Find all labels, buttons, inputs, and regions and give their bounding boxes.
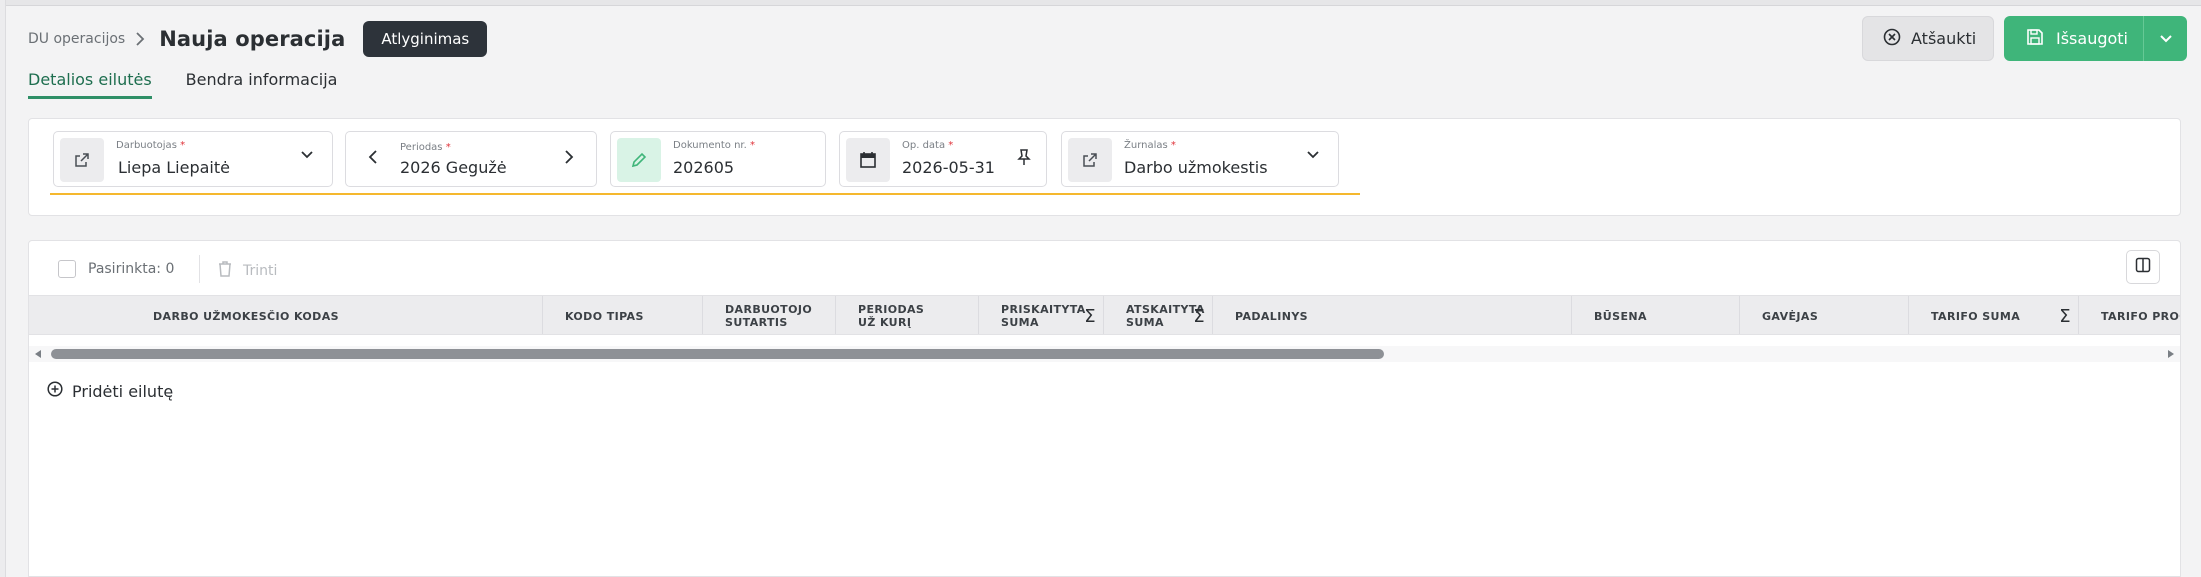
column-header[interactable]: KODO TIPAS	[542, 296, 702, 334]
delete-button[interactable]: Trinti	[217, 260, 277, 282]
column-header[interactable]: TARIFO SUMA Σ	[1908, 296, 2079, 334]
column-label: GAVĖJAS	[1762, 309, 1819, 323]
chevron-left-icon[interactable]	[368, 150, 378, 164]
column-header[interactable]: TARIFO PROC	[2078, 296, 2180, 334]
tab-general-info[interactable]: Bendra informacija	[186, 70, 338, 99]
column-label: TARIFO PROC	[2101, 309, 2180, 323]
delete-label: Trinti	[243, 263, 278, 279]
operation-date-value: 2026-05-31	[902, 158, 995, 177]
chevron-right-icon[interactable]	[564, 150, 574, 164]
column-label: BŪSENA	[1594, 309, 1647, 323]
detail-rows-grid: Pasirinkta: 0 Trinti DARBO UŽMOKESČIO KO…	[28, 240, 2181, 577]
page-header: DU operacijos Nauja operacija Atlyginima…	[28, 20, 488, 58]
column-label: KODO TIPAS	[565, 309, 644, 323]
column-header[interactable]: GAVĖJAS	[1739, 296, 1909, 334]
horizontal-scrollbar[interactable]	[29, 346, 2180, 362]
column-header[interactable]: BŪSENA	[1571, 296, 1740, 334]
sum-icon[interactable]: Σ	[2059, 307, 2071, 325]
column-label: TARIFO SUMA	[1931, 309, 2021, 323]
tab-bar: Detalios eilutės Bendra informacija	[28, 70, 337, 99]
save-button[interactable]: Išsaugoti	[2004, 16, 2143, 61]
top-edge	[0, 0, 2201, 6]
calendar-icon[interactable]	[846, 138, 890, 182]
columns-icon	[2135, 257, 2151, 277]
save-options-dropdown[interactable]	[2143, 16, 2187, 61]
employee-field[interactable]: Darbuotojas * Liepa Liepaitė	[53, 131, 333, 187]
filters-highlight-line	[50, 193, 1360, 195]
page-title: Nauja operacija	[159, 27, 346, 51]
grid-toolbar: Pasirinkta: 0 Trinti	[29, 241, 2180, 297]
select-all-checkbox[interactable]	[58, 260, 76, 278]
employee-label: Darbuotojas	[116, 140, 177, 151]
scroll-left-arrow-icon[interactable]	[35, 350, 41, 358]
document-number-value: 202605	[673, 158, 735, 177]
column-label: PRISKAITYTA SUMA	[1001, 303, 1086, 329]
save-button-group: Išsaugoti	[2004, 16, 2187, 61]
column-label: DARBUOTOJO SUTARTIS	[725, 303, 813, 329]
journal-field[interactable]: Žurnalas * Darbo užmokestis	[1061, 131, 1339, 187]
column-header[interactable]: PADALINYS	[1212, 296, 1572, 334]
grid-header: DARBO UŽMOKESČIO KODAS KODO TIPAS DARBUO…	[29, 295, 2180, 335]
journal-value: Darbo užmokestis	[1124, 158, 1268, 177]
sum-icon[interactable]: Σ	[1193, 307, 1205, 325]
document-number-label: Dokumento nr.	[673, 140, 747, 151]
sum-icon[interactable]: Σ	[1084, 307, 1096, 325]
add-row-label: Pridėti eilutę	[72, 381, 174, 401]
toolbar-divider	[199, 255, 200, 283]
close-circle-icon	[1883, 28, 1901, 50]
required-mark: *	[948, 140, 954, 151]
tab-detail-rows[interactable]: Detalios eilutės	[28, 70, 152, 99]
external-link-icon[interactable]	[1068, 138, 1112, 182]
external-link-icon[interactable]	[60, 138, 104, 182]
cancel-button[interactable]: Atšaukti	[1862, 16, 1994, 61]
column-label: DARBO UŽMOKESČIO KODAS	[153, 309, 339, 323]
operation-type-badge: Atlyginimas	[363, 21, 488, 57]
scrollbar-thumb[interactable]	[51, 349, 1384, 359]
document-number-field[interactable]: Dokumento nr. * 202605	[610, 131, 826, 187]
period-field[interactable]: Periodas * 2026 Gegužė	[345, 131, 597, 187]
left-edge	[0, 0, 6, 577]
trash-icon	[217, 260, 233, 282]
filter-panel: Darbuotojas * Liepa Liepaitė Periodas * …	[28, 118, 2181, 216]
add-row-button[interactable]: Pridėti eilutę	[47, 381, 173, 401]
required-mark: *	[1170, 140, 1176, 151]
employee-value: Liepa Liepaitė	[118, 158, 230, 177]
required-mark: *	[445, 142, 451, 153]
column-header[interactable]: DARBO UŽMOKESČIO KODAS	[153, 296, 553, 334]
columns-toggle-button[interactable]	[2126, 250, 2160, 284]
pencil-icon[interactable]	[617, 138, 661, 182]
journal-label: Žurnalas	[1124, 140, 1168, 151]
column-header[interactable]: ATSKAITYTA SUMA Σ	[1103, 296, 1213, 334]
column-header[interactable]: PERIODAS UŽ KURĮ	[835, 296, 979, 334]
period-label: Periodas	[400, 142, 443, 153]
column-label: PERIODAS UŽ KURĮ	[858, 303, 925, 329]
column-header[interactable]: DARBUOTOJO SUTARTIS	[702, 296, 836, 334]
chevron-down-icon	[2159, 29, 2173, 48]
required-mark: *	[180, 140, 186, 151]
column-label: PADALINYS	[1235, 309, 1309, 323]
plus-circle-icon	[47, 381, 63, 401]
breadcrumb[interactable]: DU operacijos	[28, 31, 125, 47]
pin-icon[interactable]	[1016, 148, 1032, 166]
cancel-label: Atšaukti	[1911, 29, 1977, 48]
period-value: 2026 Gegužė	[400, 158, 507, 177]
operation-date-field[interactable]: Op. data * 2026-05-31	[839, 131, 1047, 187]
chevron-right-icon	[135, 32, 145, 46]
chevron-down-icon[interactable]	[300, 150, 314, 160]
chevron-down-icon[interactable]	[1306, 150, 1320, 160]
column-header[interactable]: PRISKAITYTA SUMA Σ	[978, 296, 1104, 334]
operation-date-label: Op. data	[902, 140, 946, 151]
selected-count: Pasirinkta: 0	[88, 261, 175, 277]
required-mark: *	[750, 140, 755, 151]
save-disk-icon	[2026, 28, 2044, 50]
scroll-right-arrow-icon[interactable]	[2168, 350, 2174, 358]
save-label: Išsaugoti	[2056, 29, 2128, 48]
